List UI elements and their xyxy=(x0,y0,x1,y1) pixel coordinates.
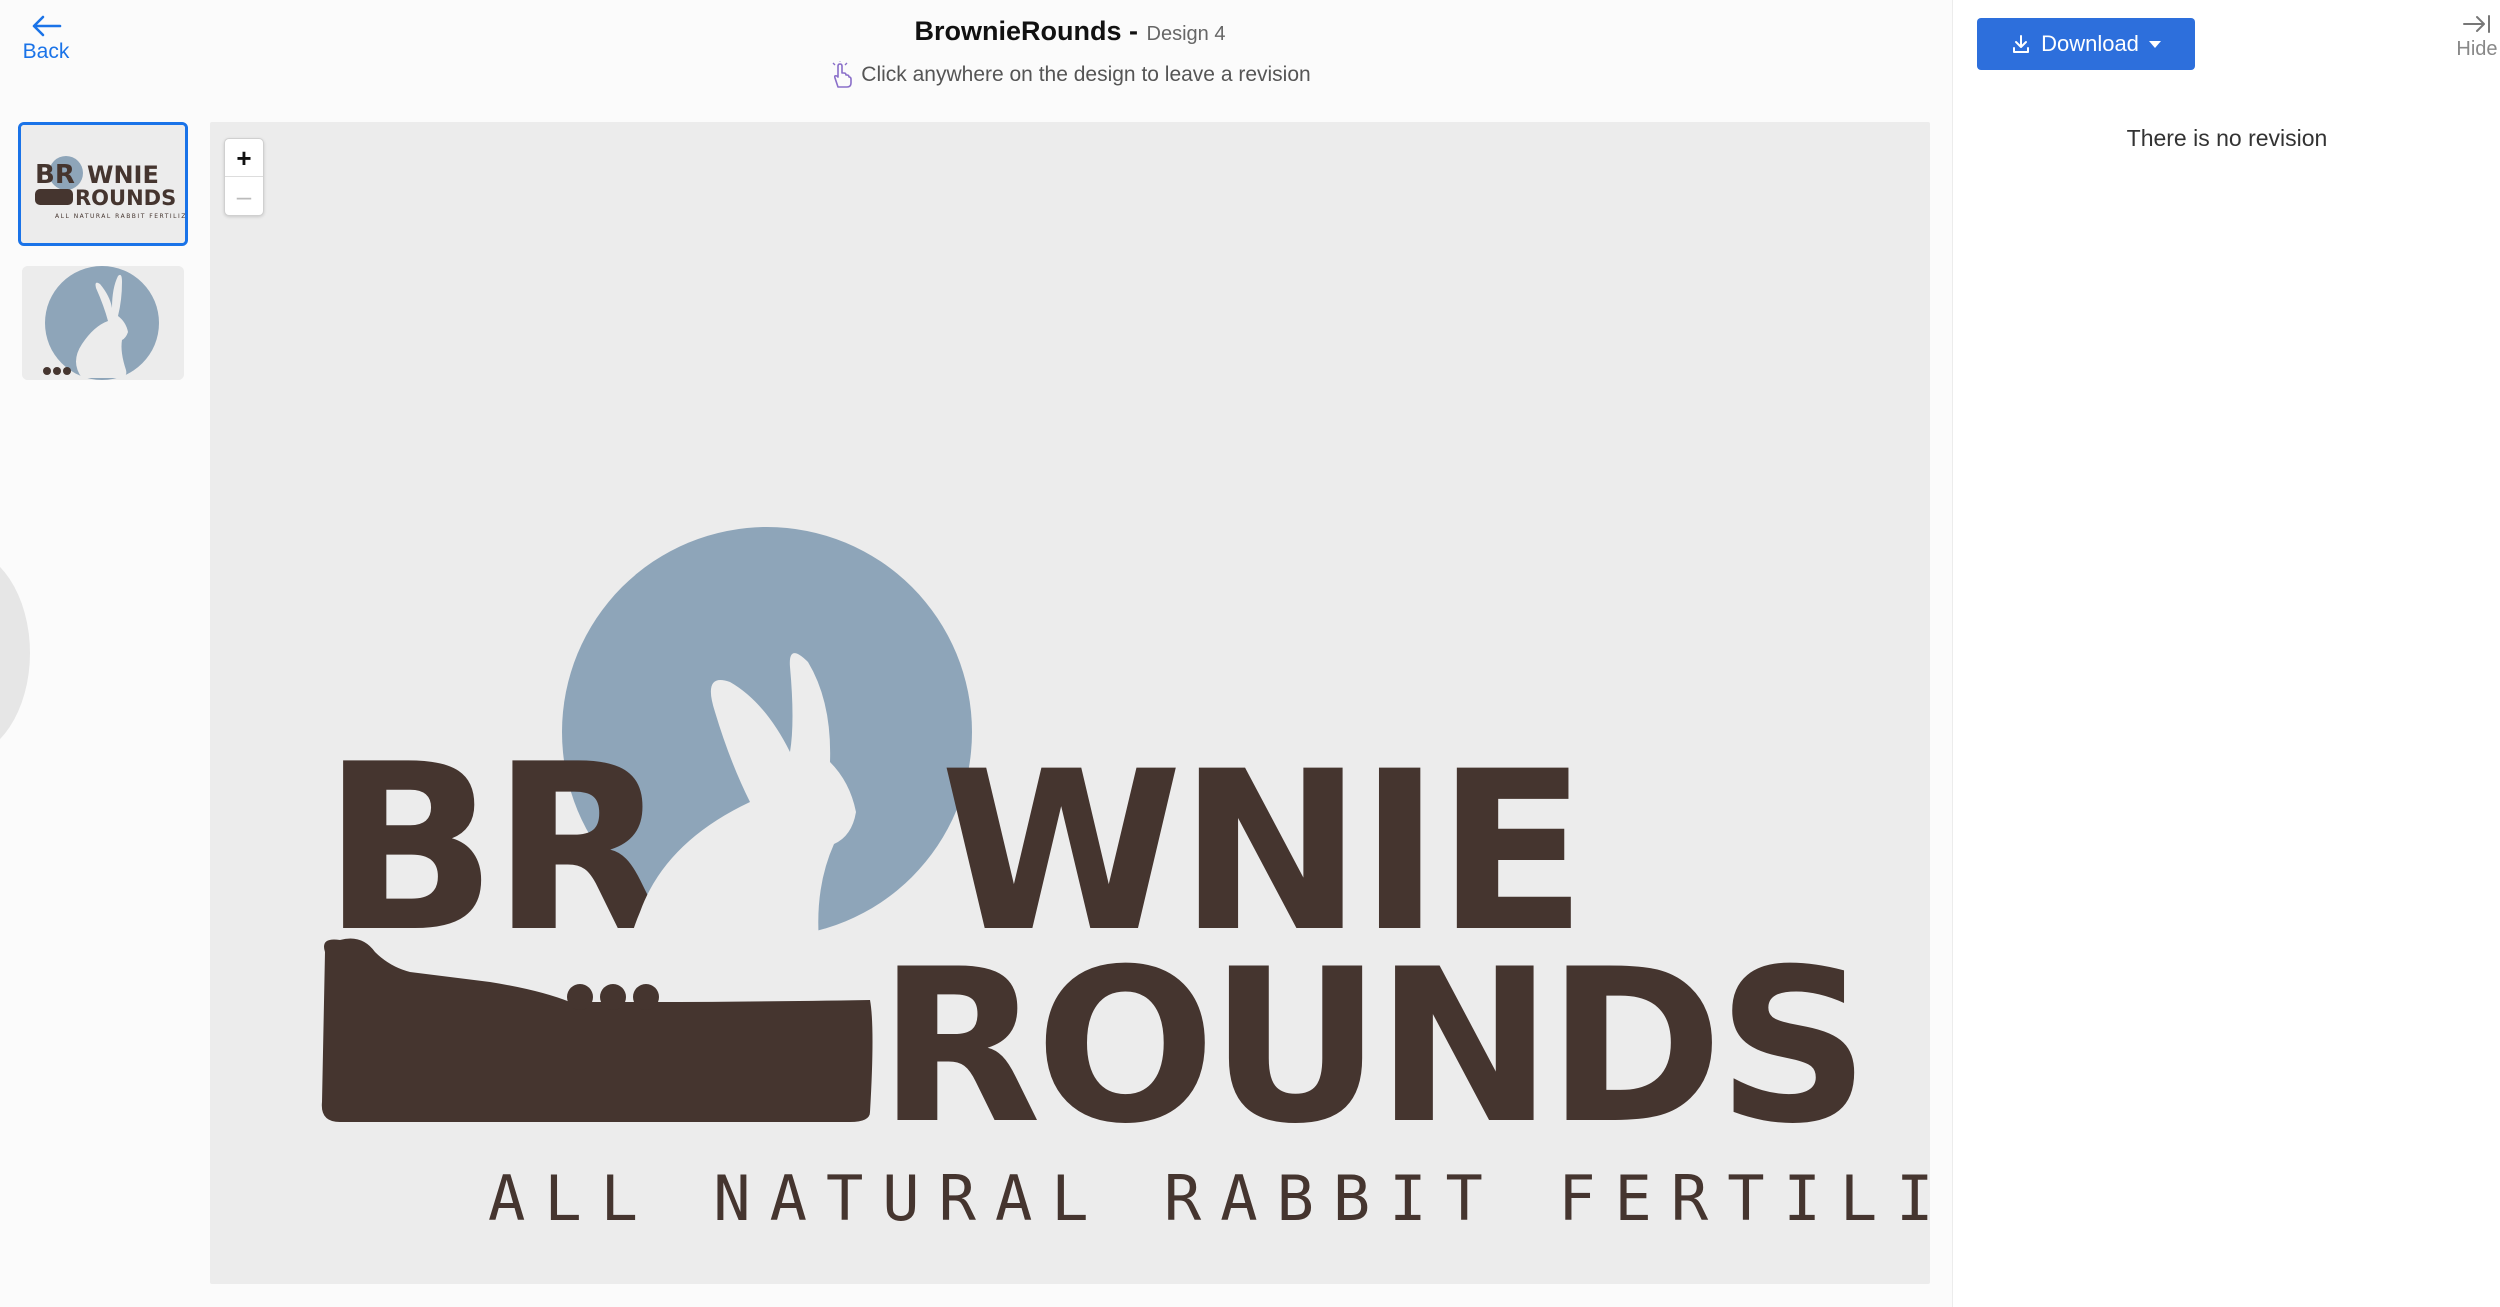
revision-panel: Download Hide There is no revision xyxy=(1952,0,2500,1307)
hint-text: Click anywhere on the design to leave a … xyxy=(861,63,1311,86)
empty-revisions-text: There is no revision xyxy=(2126,125,2328,151)
side-toggle-circle[interactable] xyxy=(0,548,30,758)
download-button[interactable]: Download xyxy=(1977,18,2195,70)
hide-label: Hide xyxy=(2456,38,2498,60)
zoom-in-button[interactable]: + xyxy=(225,139,263,177)
back-button[interactable]: Back xyxy=(16,14,76,64)
thumbnail-rabbit-icon[interactable] xyxy=(22,266,184,380)
revision-hint: Click anywhere on the design to leave a … xyxy=(500,61,1640,89)
chevron-down-icon xyxy=(2148,40,2161,48)
svg-text:ALL NATURAL RABBIT FERTILIZER: ALL NATURAL RABBIT FERTILIZER xyxy=(55,213,185,220)
thumbnail-logo-full[interactable]: BR WNIE ROUNDS ALL NATURAL RABBIT FERTIL… xyxy=(18,122,188,246)
zoom-out-button[interactable]: – xyxy=(225,177,263,215)
pointer-hand-icon xyxy=(832,61,853,88)
logo-word2: ROUNDS xyxy=(878,923,1864,1170)
logo-dot xyxy=(567,984,593,1010)
logo-word1-left: BR xyxy=(322,716,664,983)
hide-panel-button[interactable]: Hide xyxy=(2454,14,2500,61)
download-icon xyxy=(2013,35,2030,53)
design-thumbnails: BR WNIE ROUNDS ALL NATURAL RABBIT FERTIL… xyxy=(18,122,190,380)
design-label: Design 4 xyxy=(1146,23,1226,45)
logo-dot xyxy=(633,984,659,1010)
arrow-left-icon xyxy=(32,15,62,37)
logo-dot xyxy=(600,984,626,1010)
collapse-right-icon xyxy=(2463,15,2490,33)
svg-text:BR: BR xyxy=(35,160,75,190)
svg-text:WNIE: WNIE xyxy=(87,161,159,189)
svg-text:ROUNDS: ROUNDS xyxy=(75,186,176,210)
brownierounds-logo[interactable]: BR WNIE ROUNDS ALL NATURAL RABBIT FERTIL… xyxy=(210,122,1930,1284)
back-label: Back xyxy=(22,40,70,63)
page-header: BrownieRounds - Design 4 Click anywhere … xyxy=(500,16,1640,89)
download-label: Download xyxy=(2041,31,2139,56)
logo-tagline: ALL NATURAL RABBIT FERTILIZER xyxy=(488,1162,1930,1235)
zoom-controls: + – xyxy=(224,138,264,216)
page-title: BrownieRounds xyxy=(914,16,1122,46)
design-canvas[interactable]: BR WNIE ROUNDS ALL NATURAL RABBIT FERTIL… xyxy=(210,122,1930,1284)
title-separator: - xyxy=(1121,16,1139,46)
